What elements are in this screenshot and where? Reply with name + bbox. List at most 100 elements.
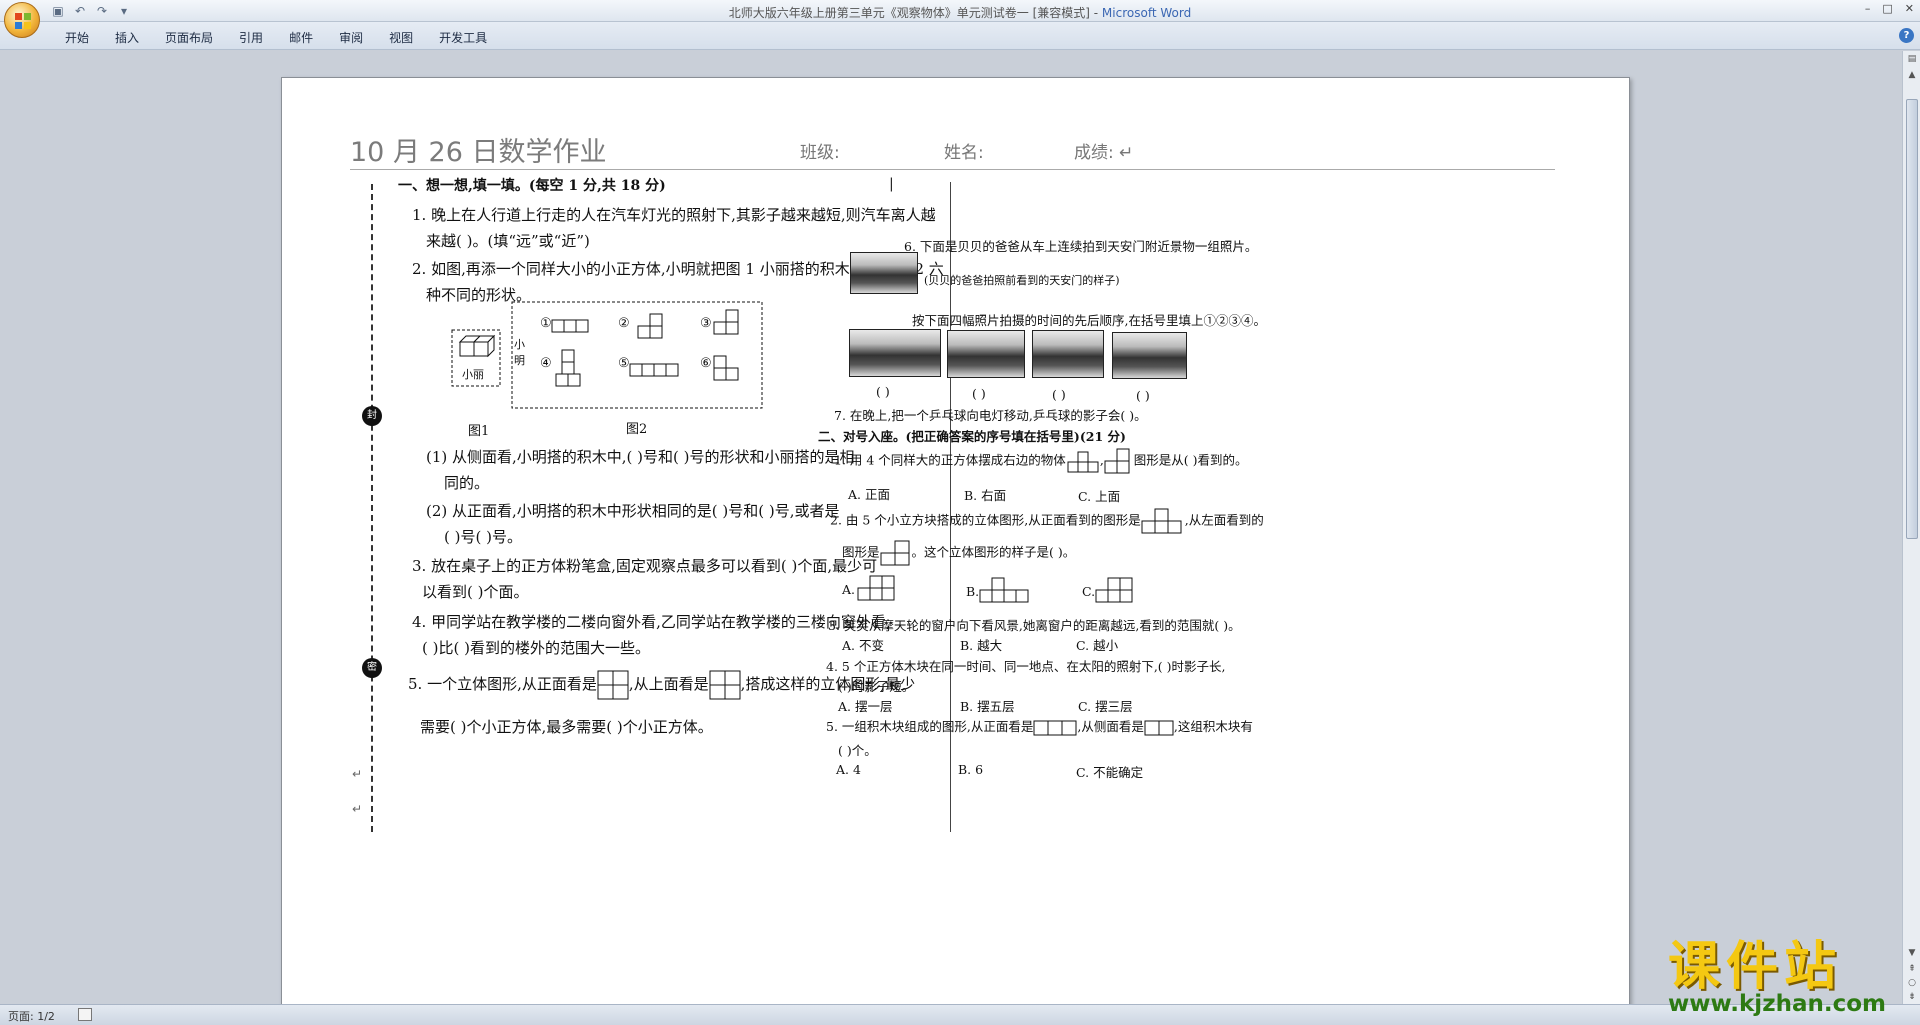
photo-2-blank[interactable]: ( ) [972,386,986,401]
seal-mark-1: 封 [362,406,382,426]
tab-page-layout[interactable]: 页面布局 [152,29,226,46]
ribbon-tabs: 开始 插入 页面布局 引用 邮件 审阅 视图 开发工具 [52,29,500,46]
question-4-line-1: 4. 甲同学站在教学楼的二楼向窗外看,乙同学站在教学楼的三楼向窗外看, [412,613,891,631]
r1-option-c: C. 上面 [1078,489,1121,504]
scroll-down-icon[interactable]: ▼ [1906,947,1918,959]
r2-shape-c [1095,577,1133,603]
tiananmen-photo-3 [1032,330,1104,378]
sub-question-2-line-2: ( )号( )号。 [444,528,522,546]
cube-figures [451,301,763,409]
photo-1-blank[interactable]: ( ) [876,384,890,399]
r2-left-grid [880,540,910,566]
r1-option-a: A. 正面 [848,487,890,502]
right-question-2-part-4: 。这个立体图形的样子是( )。 [911,544,1076,560]
right-question-5-part-2: ,从侧面看是 [1077,719,1144,734]
right-question-2-part-3: 图形是 [842,544,880,560]
question-3-line-1: 3. 放在桌子上的正方体粉笔盒,固定观察点最多可以看到( )个面,最少可 [412,557,878,575]
sub-question-1-line-1: (1) 从侧面看,小明搭的积木中,( )号和( )号的形状和小丽搭的是相 [426,448,855,466]
tab-view[interactable]: 视图 [376,29,426,46]
vertical-scrollbar[interactable]: ▤ ▲ ▼ ⇞ ○ ⇟ [1902,51,1920,1004]
score-label: 成绩: ↵ [1074,143,1134,163]
right-question-5-line-1: 5. 一组积木块组成的图形,从正面看是 ,从侧面看是 ,这组积木块有 [826,716,1253,736]
previous-page-icon[interactable]: ⇞ [1906,963,1918,975]
shape-num-1: ① [540,316,552,331]
right-question-2-part-1: 2. 由 5 个小立方块搭成的立体图形,从正面看到的图形是 [830,512,1141,528]
right-question-5-line-2: ( )个。 [838,743,877,758]
r3-option-c: C. 越小 [1076,638,1119,653]
office-logo-icon [15,13,31,29]
right-question-1-part-1: 1. 用 4 个同样大的正方体摆成右边的物体 [834,452,1066,468]
tab-developer[interactable]: 开发工具 [426,29,500,46]
tab-review[interactable]: 审阅 [326,29,376,46]
page-title: 10 月 26 日数学作业 [350,137,607,168]
question-6-instruction: 按下面四幅照片拍摄的时间的先后顺序,在括号里填上①②③④。 [912,313,1266,328]
right-question-2-line-1: 2. 由 5 个小立方块搭成的立体图形,从正面看到的图形是 ,从左面看到的 [830,508,1264,534]
figure-xiaoli-label: 小丽 [462,368,484,381]
right-question-4-line-1: 4. 5 个正方体木块在同一时间、同一地点、在太阳的照射下,( )时影子长, [826,659,1226,674]
close-button[interactable]: ✕ [1905,2,1914,15]
shape-num-4: ④ [540,356,552,371]
question-1-line-2: 来越( )。(填“远”或“近”) [426,232,590,250]
scrollbar-thumb[interactable] [1906,99,1918,539]
tab-home[interactable]: 开始 [52,29,102,46]
figure-xiaoming-label: 小明 [514,338,525,367]
section-1-heading: 一、想一想,填一填。(每空 1 分,共 18 分) [398,178,666,194]
photo-3-blank[interactable]: ( ) [1052,387,1066,402]
document-page[interactable]: 10 月 26 日数学作业 班级: 姓名: 成绩: ↵ 封 密 一、想一想,填一… [281,77,1630,1007]
r2-front-grid [1141,508,1182,534]
question-5-line-2: 需要( )个小正方体,最多需要( )个小正方体。 [420,718,713,736]
ruler-toggle-icon[interactable]: ▤ [1906,53,1918,65]
office-button[interactable] [4,2,40,38]
r4-option-b: B. 摆五层 [960,699,1015,714]
status-bar: 页面: 1/2 [0,1004,1920,1025]
tiananmen-photo-1 [849,329,941,377]
right-question-5-part-1: 5. 一组积木块组成的图形,从正面看是 [826,719,1034,734]
select-browse-object-icon[interactable]: ○ [1906,977,1918,989]
paragraph-mark-2: ↵ [352,802,363,816]
maximize-button[interactable]: □ [1882,2,1892,15]
front-view-grid [597,670,629,700]
photo-4-blank[interactable]: ( ) [1136,388,1150,403]
r3-option-b: B. 越大 [960,638,1003,653]
scroll-up-icon[interactable]: ▲ [1906,69,1918,81]
question-7: 7. 在晚上,把一个乒乓球向电灯移动,乒乓球的影子会( )。 [834,408,1147,423]
r5-side-grid [1144,720,1174,735]
question-6: 6. 下面是贝贝的爸爸从车上连续拍到天安门附近景物一组照片。 [904,239,1258,254]
sub-question-2-line-1: (2) 从正面看,小明搭的积木中形状相同的是( )号和( )号,或者是 [426,502,840,520]
shape-num-3: ③ [700,316,712,331]
question-6-caption: (贝贝的爸爸拍照前看到的天安门的样子) [924,274,1120,287]
paragraph-mark-1: ↵ [352,767,363,781]
shape-num-5: ⑤ [618,356,630,371]
right-question-1: 1. 用 4 个同样大的正方体摆成右边的物体, 图形是从( )看到的。 [834,446,1248,476]
minimize-button[interactable]: – [1865,2,1871,15]
tiananmen-photo-4 [1112,332,1187,379]
r2-shape-b [979,577,1029,603]
text-cursor: | [889,176,894,192]
sub-question-1-line-2: 同的。 [444,474,490,492]
tab-insert[interactable]: 插入 [102,29,152,46]
window-title: 北师大版六年级上册第三单元《观察物体》单元测试卷一 [兼容模式] - Micro… [0,4,1920,21]
tiananmen-photo-2 [947,330,1025,378]
page-count[interactable]: 页面: 1/2 [8,1008,55,1024]
top-view-grid [709,670,741,700]
view-shape-grid [1104,448,1130,474]
watermark: 课件站 www.kjzhan.com [1668,924,1903,1017]
seal-mark-2: 密 [362,658,382,678]
four-cube-object [1067,451,1099,473]
question-3-line-2: 以看到( )个面。 [422,583,529,601]
binding-dashed-line [371,184,373,832]
question-1-line-1: 1. 晚上在人行道上行走的人在汽车灯光的照射下,其影子越来越短,则汽车离人越 [412,206,936,224]
macro-record-icon[interactable] [78,1008,92,1021]
shape-num-6: ⑥ [700,356,712,371]
tab-references[interactable]: 引用 [226,29,276,46]
right-question-3: 3. 笑笑从摩天轮的窗户向下看风景,她离窗户的距离越远,看到的范围就( )。 [828,618,1241,633]
help-icon[interactable]: ? [1899,28,1914,43]
right-question-5-part-3: ,这组积木块有 [1173,719,1253,734]
figure-1-caption: 图1 [468,424,490,439]
tiananmen-photo-main [850,252,918,294]
r5-front-grid [1033,720,1077,735]
shape-num-2: ② [618,316,630,331]
right-question-2-part-2: ,从左面看到的 [1184,512,1264,528]
next-page-icon[interactable]: ⇟ [1906,991,1918,1003]
tab-mailings[interactable]: 邮件 [276,29,326,46]
